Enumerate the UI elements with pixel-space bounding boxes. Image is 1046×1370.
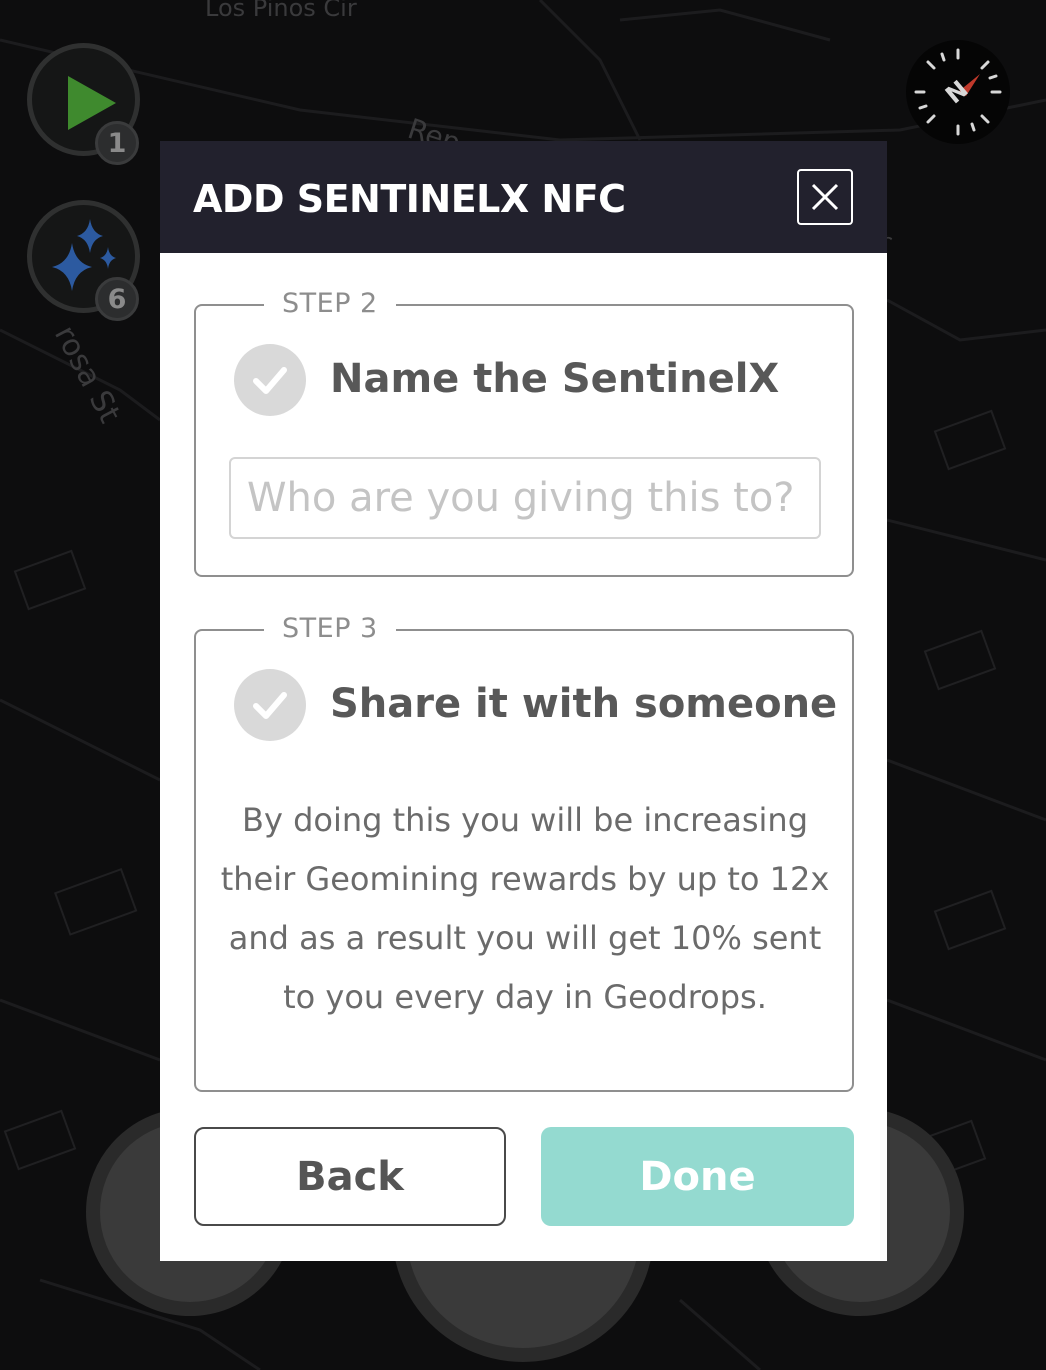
step3-description: By doing this you will be increasing the… bbox=[220, 801, 830, 1016]
back-button[interactable]: Back bbox=[194, 1127, 506, 1226]
play-count-badge: 1 bbox=[95, 121, 139, 165]
done-button[interactable]: Done bbox=[541, 1127, 854, 1226]
close-button[interactable] bbox=[797, 169, 853, 225]
step3-check-icon bbox=[234, 669, 306, 741]
step2-check-icon bbox=[234, 344, 306, 416]
compass-icon[interactable]: N bbox=[906, 40, 1010, 144]
modal-header: ADD SENTINELX NFC bbox=[160, 141, 887, 253]
step3-label: STEP 3 bbox=[264, 613, 396, 644]
step2-title: Name the SentinelX bbox=[330, 356, 780, 402]
modal-title: ADD SENTINELX NFC bbox=[193, 177, 626, 221]
step2-section: STEP 2 Name the SentinelX bbox=[194, 288, 854, 577]
step2-label: STEP 2 bbox=[264, 288, 396, 319]
sparkle-count-badge: 6 bbox=[95, 277, 139, 321]
add-nfc-modal: ADD SENTINELX NFC STEP 2 Name the Sentin… bbox=[160, 141, 887, 1261]
close-icon bbox=[811, 183, 839, 211]
step3-title: Share it with someone bbox=[330, 681, 838, 727]
step3-section: STEP 3 Share it with someone By doing th… bbox=[194, 613, 854, 1092]
recipient-name-input[interactable] bbox=[229, 457, 821, 539]
street-label-los-pinos: Los Pinos Cir bbox=[205, 0, 357, 22]
